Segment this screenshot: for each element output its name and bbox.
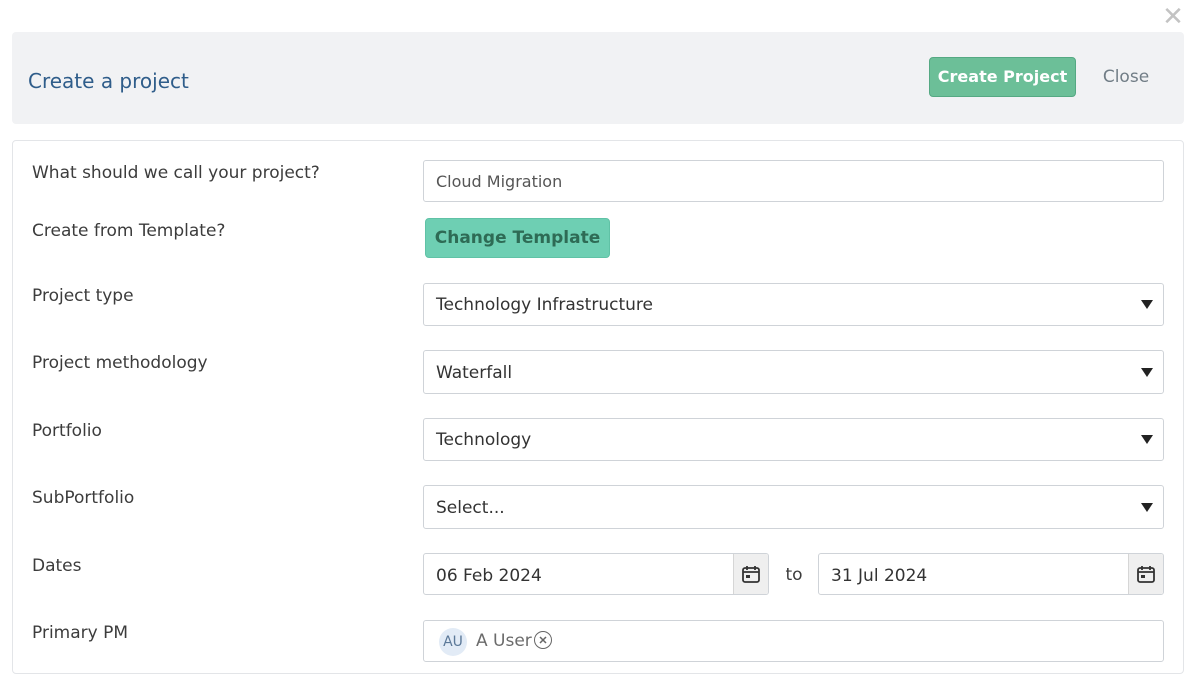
close-button[interactable]: Close [1090,57,1162,97]
portfolio-value: Technology [436,430,532,450]
caret-down-icon [1141,503,1153,512]
dialog-header: Create a project Create Project Close [12,32,1184,124]
subportfolio-select[interactable]: Select... [423,485,1164,529]
start-date-value: 06 Feb 2024 [436,566,542,586]
dialog-title: Create a project [28,69,189,93]
caret-down-icon [1141,435,1153,444]
project-type-select[interactable]: Technology Infrastructure [423,283,1164,326]
end-date-value: 31 Jul 2024 [831,566,928,586]
methodology-value: Waterfall [436,363,513,383]
date-range-separator: to [785,565,803,585]
remove-x-icon [539,636,547,644]
avatar: AU [439,628,467,656]
caret-down-icon [1141,300,1153,309]
calendar-icon [1137,566,1155,583]
project-name-label: What should we call your project? [32,163,320,183]
project-name-value: Cloud Migration [436,172,563,191]
dialog-close-icon[interactable]: ✕ [1161,4,1185,30]
project-type-label: Project type [32,286,134,306]
remove-circle-icon[interactable] [534,631,552,649]
change-template-button[interactable]: Change Template [425,218,610,258]
primary-pm-name: A User [476,631,532,651]
methodology-label: Project methodology [32,353,208,373]
primary-pm-label: Primary PM [32,623,129,643]
dates-label: Dates [32,556,82,576]
end-date-input[interactable]: 31 Jul 2024 [818,553,1164,595]
portfolio-select[interactable]: Technology [423,418,1164,461]
start-date-calendar-button[interactable] [733,554,768,594]
subportfolio-value: Select... [436,498,505,518]
start-date-input[interactable]: 06 Feb 2024 [423,553,769,595]
create-project-button[interactable]: Create Project [929,57,1076,97]
caret-down-icon [1141,368,1153,377]
methodology-select[interactable]: Waterfall [423,350,1164,394]
subportfolio-label: SubPortfolio [32,488,135,508]
project-type-value: Technology Infrastructure [436,295,653,315]
calendar-icon [742,566,760,583]
project-name-input[interactable]: Cloud Migration [423,160,1164,202]
portfolio-label: Portfolio [32,421,102,441]
template-label: Create from Template? [32,221,226,241]
primary-pm-input[interactable]: AU A User [423,620,1164,662]
end-date-calendar-button[interactable] [1128,554,1163,594]
